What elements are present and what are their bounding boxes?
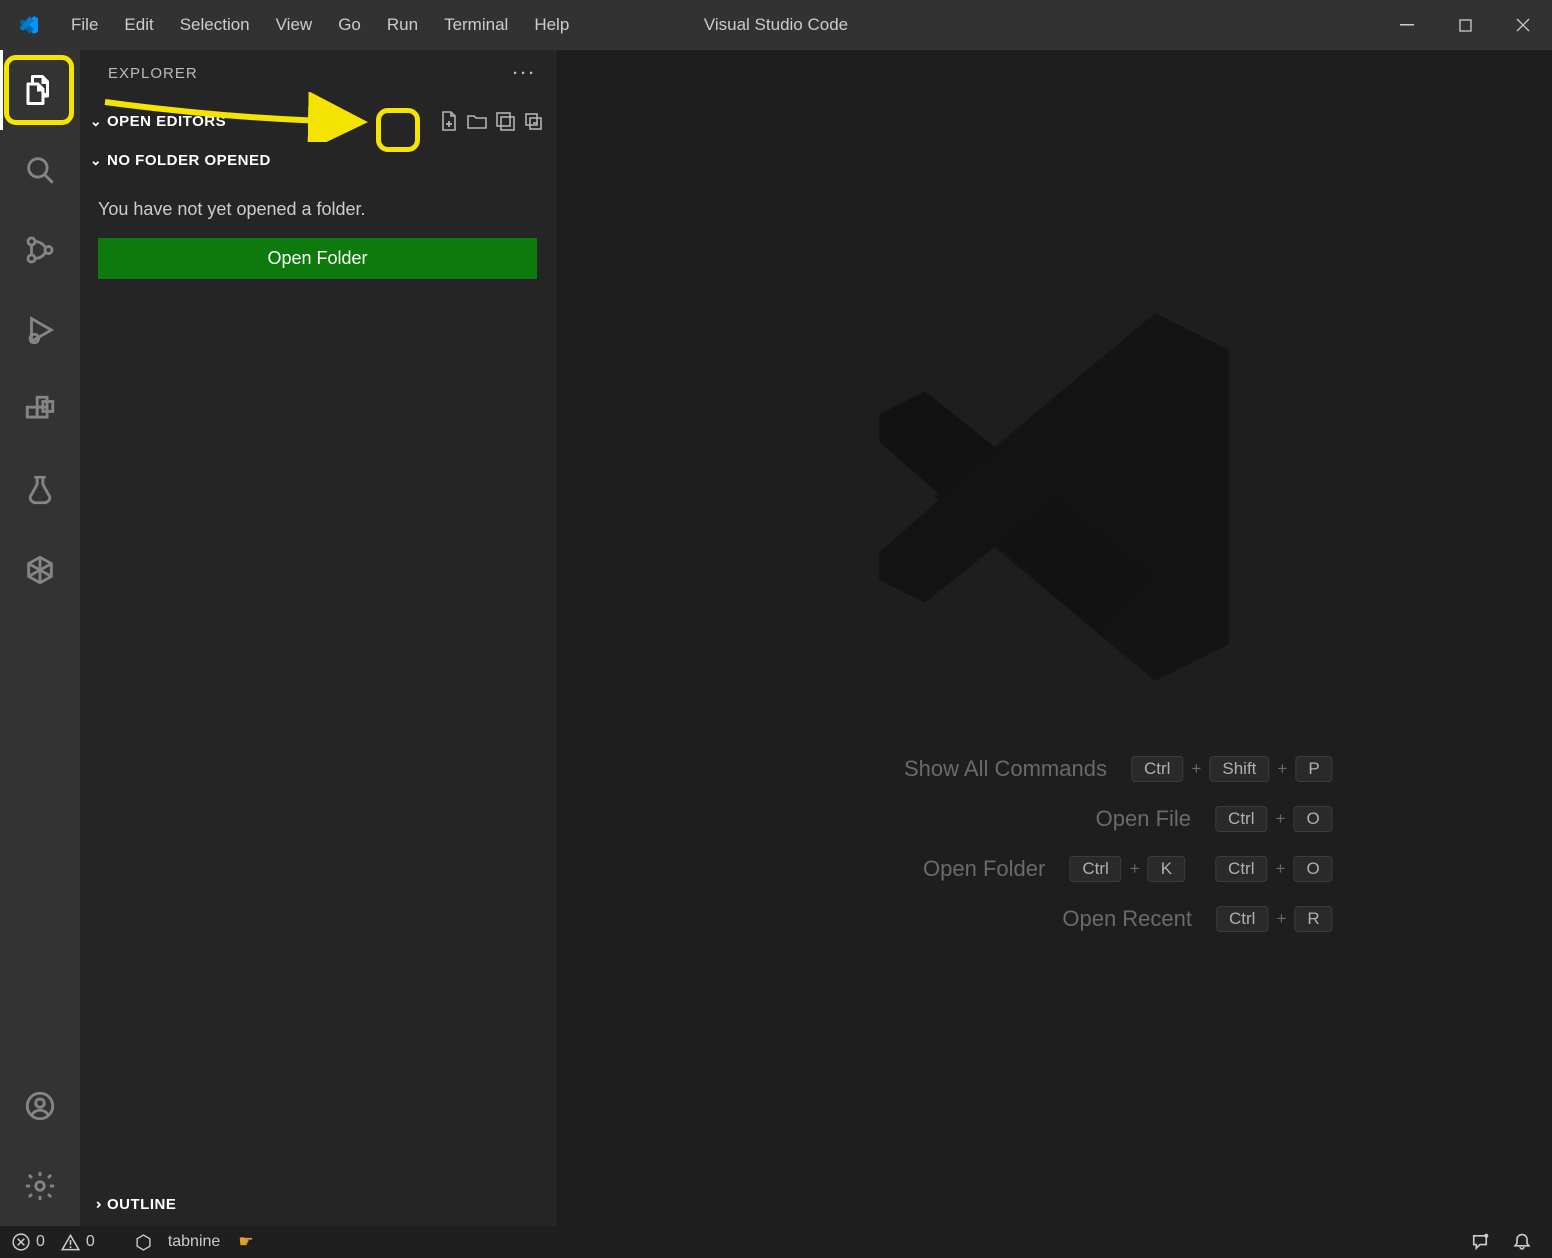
section-no-folder[interactable]: ⌄ NO FOLDER OPENED [80,145,555,175]
editor-area: Show All Commands Ctrl + Shift + P Open … [556,50,1552,1226]
tabnine-label[interactable]: tabnine [168,1233,221,1251]
status-bar: 0 0 tabnine ☛ [0,1226,1552,1258]
chevron-down-icon: ⌄ [85,113,107,130]
menu-go[interactable]: Go [325,0,374,50]
activity-plugin[interactable] [0,530,80,610]
key: Ctrl [1216,906,1268,932]
sidebar-title: EXPLORER [108,65,513,82]
warning-count[interactable]: 0 [86,1233,95,1251]
new-file-icon[interactable] [437,109,461,133]
error-icon[interactable] [12,1233,30,1251]
key: K [1148,856,1185,882]
bell-icon[interactable] [1512,1232,1532,1252]
maximize-button[interactable] [1436,0,1494,50]
vscode-logo-icon [0,14,58,36]
no-folder-body: You have not yet opened a folder. Open F… [80,175,555,279]
tabnine-icon[interactable] [135,1234,152,1251]
key: P [1295,756,1332,782]
outline-label: OUTLINE [107,1196,176,1213]
activity-bar [0,50,80,1226]
no-folder-label: NO FOLDER OPENED [107,152,271,169]
no-folder-message: You have not yet opened a folder. [98,193,537,238]
activity-explorer[interactable] [0,50,80,130]
shortcut-show-all-commands: Show All Commands Ctrl + Shift + P [775,756,1332,782]
activity-search[interactable] [0,130,80,210]
activity-testing[interactable] [0,450,80,530]
error-count[interactable]: 0 [36,1233,45,1251]
section-open-editors[interactable]: ⌄ OPEN EDITORS [80,97,555,145]
menu-view[interactable]: View [263,0,326,50]
menu-file[interactable]: File [58,0,111,50]
activity-accounts[interactable] [0,1066,80,1146]
menu-edit[interactable]: Edit [111,0,166,50]
sidebar-header: EXPLORER ··· [80,50,555,97]
collapse-all-icon[interactable] [521,109,545,133]
chevron-right-icon: ⌄ [88,1194,105,1216]
activity-settings[interactable] [0,1146,80,1226]
activity-extensions[interactable] [0,370,80,450]
sidebar-explorer: EXPLORER ··· ⌄ OPEN EDITORS [80,50,556,1226]
close-button[interactable] [1494,0,1552,50]
chevron-down-icon: ⌄ [85,152,107,169]
vscode-watermark-icon [824,267,1284,727]
save-all-icon[interactable] [493,109,517,133]
key: Ctrl [1131,756,1183,782]
plus-icon: + [1276,859,1286,879]
key: Ctrl [1069,856,1121,882]
menu-help[interactable]: Help [521,0,582,50]
plus-icon: + [1191,759,1201,779]
title-bar: File Edit Selection View Go Run Terminal… [0,0,1552,50]
plus-icon: + [1130,859,1140,879]
main-menu: File Edit Selection View Go Run Terminal… [58,0,582,50]
shortcut-open-folder: Open Folder Ctrl + K Ctrl + O [775,856,1332,882]
pointer-hand-icon: ☛ [238,1232,253,1252]
plus-icon: + [1276,909,1286,929]
new-folder-icon[interactable] [465,109,489,133]
key: O [1293,806,1332,832]
menu-run[interactable]: Run [374,0,431,50]
section-outline[interactable]: ⌄ OUTLINE [80,1183,555,1226]
open-editors-label: OPEN EDITORS [107,113,226,130]
menu-selection[interactable]: Selection [167,0,263,50]
key: O [1293,856,1332,882]
welcome-shortcuts: Show All Commands Ctrl + Shift + P Open … [775,732,1332,956]
menu-terminal[interactable]: Terminal [431,0,521,50]
open-folder-button[interactable]: Open Folder [98,238,537,279]
shortcut-open-recent: Open Recent Ctrl + R [775,906,1332,932]
activity-source-control[interactable] [0,210,80,290]
warning-icon[interactable] [61,1233,80,1252]
key: Ctrl [1215,806,1267,832]
shortcut-open-file: Open File Ctrl + O [775,806,1332,832]
plus-icon: + [1276,809,1286,829]
more-actions-icon[interactable]: ··· [513,65,541,82]
plus-icon: + [1277,759,1287,779]
key: R [1294,906,1332,932]
key: Ctrl [1215,856,1267,882]
feedback-icon[interactable] [1470,1232,1490,1252]
activity-run-debug[interactable] [0,290,80,370]
minimize-button[interactable] [1378,0,1436,50]
key: Shift [1209,756,1269,782]
